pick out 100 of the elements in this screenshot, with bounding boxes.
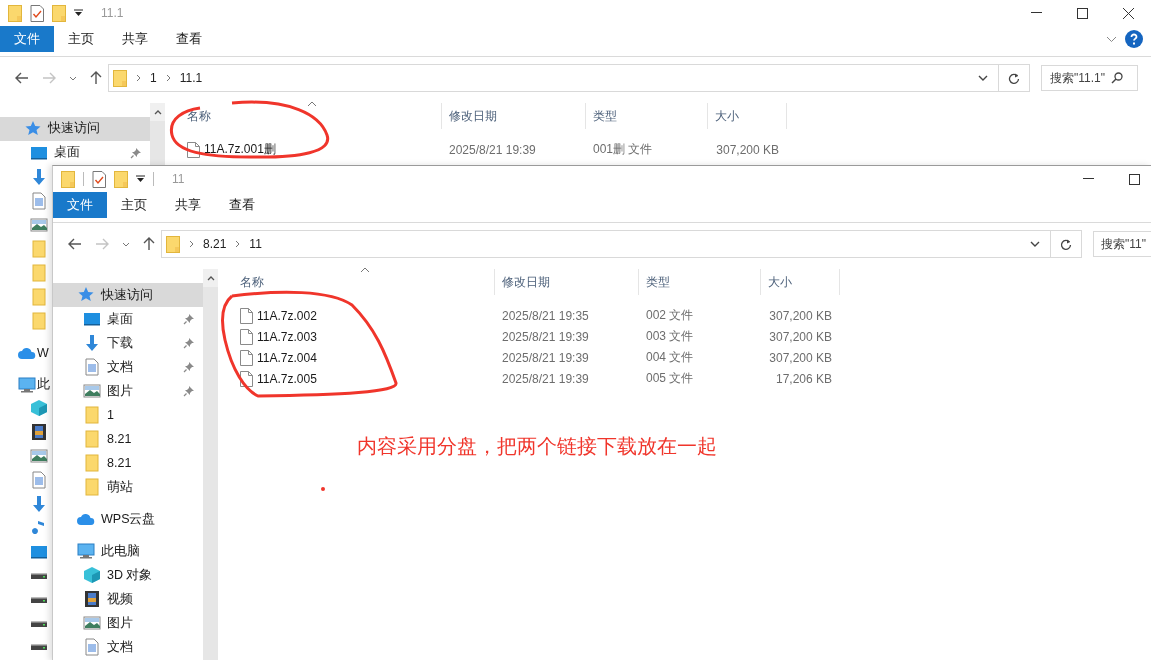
nav-item[interactable]: 8.21 [53, 451, 203, 475]
scroll-up-icon[interactable] [153, 109, 162, 115]
pin-icon[interactable] [183, 385, 195, 397]
folder-icon [113, 69, 127, 87]
nav-item[interactable]: 快速访问 [0, 117, 150, 141]
nav-item[interactable]: 下载 [53, 331, 203, 355]
column-header[interactable]: 名称 [218, 269, 495, 295]
ribbon-tab[interactable]: 共享 [161, 192, 215, 218]
search-icon [1111, 72, 1123, 84]
nav-item[interactable]: 文档 [53, 355, 203, 379]
toolbar-separator [83, 172, 84, 186]
film-icon [30, 423, 48, 442]
ribbon-tab[interactable]: 主页 [107, 192, 161, 218]
breadcrumb[interactable]: 1 [150, 71, 157, 85]
chevron-down-icon[interactable] [978, 75, 988, 81]
close-icon[interactable] [1122, 7, 1134, 19]
file-name[interactable]: 11A.7z.002 [257, 308, 317, 323]
file-name[interactable]: 11A.7z.005 [257, 371, 317, 386]
file-name[interactable]: 11A.7z.001删 [204, 141, 276, 158]
nav-item[interactable]: 图片 [53, 611, 203, 635]
nav-item[interactable]: 桌面 [53, 307, 203, 331]
new-folder-icon [114, 170, 128, 188]
chevron-down-icon[interactable] [121, 241, 130, 247]
nav-item[interactable]: 8.21 [53, 427, 203, 451]
size-cell-text: 307,200 KB [715, 142, 780, 157]
address-bar[interactable]: 8.21 11 [161, 230, 1082, 258]
refresh-icon[interactable] [1008, 71, 1020, 85]
maximize-icon[interactable] [1128, 173, 1140, 185]
chevron-down-icon[interactable] [1030, 241, 1040, 247]
pin-icon[interactable] [130, 146, 142, 159]
maximize-icon[interactable] [1076, 7, 1088, 19]
search-field[interactable]: 搜索"11.1" [1041, 65, 1138, 91]
ribbon-tab[interactable]: 文件 [53, 192, 107, 218]
column-header[interactable]: 大小 [708, 103, 787, 129]
nav-item[interactable]: WPS云盘 [53, 507, 203, 531]
ribbon-tab[interactable]: 主页 [54, 26, 108, 52]
picture-icon [83, 614, 101, 632]
column-header[interactable]: 类型 [586, 103, 708, 129]
ribbon-tab[interactable]: 查看 [162, 26, 216, 52]
customize-dropdown-icon[interactable] [74, 9, 83, 17]
chevron-right-icon [165, 74, 171, 82]
folder-icon [30, 263, 48, 282]
scrollbar[interactable] [203, 269, 218, 660]
nav-item[interactable]: W [0, 340, 52, 365]
chevron-down-icon[interactable] [68, 75, 77, 81]
file-name[interactable]: 11A.7z.003 [257, 329, 317, 344]
ribbon-tab[interactable]: 查看 [215, 192, 269, 218]
pin-icon[interactable] [183, 361, 195, 373]
folder-icon [61, 170, 75, 188]
column-header[interactable]: 修改日期 [442, 103, 586, 129]
breadcrumb[interactable]: 11 [249, 237, 262, 251]
minimize-icon[interactable] [1082, 178, 1094, 180]
properties-icon[interactable] [92, 170, 106, 188]
up-arrow-icon[interactable] [89, 71, 102, 85]
column-header[interactable]: 名称 [165, 103, 442, 129]
column-header[interactable]: 大小 [761, 269, 840, 295]
chevron-right-icon [235, 240, 241, 248]
nav-item[interactable]: 1 [53, 403, 203, 427]
refresh-icon[interactable] [1060, 237, 1072, 251]
pin-icon[interactable] [183, 337, 195, 349]
column-header[interactable]: 类型 [639, 269, 761, 295]
nav-item[interactable]: 文档 [53, 635, 203, 659]
picture-icon [83, 382, 101, 400]
breadcrumb[interactable]: 8.21 [203, 237, 227, 251]
back-arrow-icon[interactable] [14, 72, 29, 84]
scroll-up-icon[interactable] [206, 275, 215, 281]
type-cell-text: 001删 文件 [592, 141, 654, 158]
up-arrow-icon[interactable] [142, 237, 155, 251]
file-name[interactable]: 11A.7z.004 [257, 350, 317, 365]
back-arrow-icon[interactable] [67, 238, 82, 250]
address-bar[interactable]: 1 11.1 [108, 64, 1030, 92]
nav-item[interactable]: 桌面 [0, 140, 150, 165]
nav-item[interactable]: 3D 对象 [53, 563, 203, 587]
nav-item[interactable]: 快速访问 [53, 283, 203, 307]
nav-item[interactable]: 图片 [53, 379, 203, 403]
customize-dropdown-icon[interactable] [136, 175, 145, 183]
scrollbar[interactable] [150, 103, 165, 165]
window-title: 11.1 [101, 6, 125, 20]
folder-icon [30, 311, 48, 330]
chevron-right-icon [136, 74, 141, 82]
folder-icon [30, 239, 48, 258]
nav-item[interactable]: 此 [0, 372, 52, 397]
ribbon-tab[interactable]: 共享 [108, 26, 162, 52]
pin-icon[interactable] [183, 313, 195, 325]
file-icon [240, 349, 253, 366]
date-cell-text: 2025/8/21 19:39 [448, 142, 537, 157]
folder-icon [83, 478, 101, 496]
ribbon-tab[interactable]: 文件 [0, 26, 54, 52]
column-header[interactable]: 修改日期 [495, 269, 639, 295]
minimize-icon[interactable] [1030, 12, 1042, 14]
help-icon[interactable] [1125, 30, 1143, 48]
nav-item[interactable]: 视频 [53, 587, 203, 611]
search-field[interactable]: 搜索"11" [1093, 231, 1151, 257]
properties-icon[interactable] [30, 4, 44, 22]
document-icon [30, 191, 48, 210]
breadcrumb[interactable]: 11.1 [179, 71, 203, 85]
drive-icon [30, 572, 48, 580]
nav-item[interactable]: 萌站 [53, 475, 203, 499]
date-cell-text: 2025/8/21 19:39 [501, 371, 590, 386]
nav-item[interactable]: 此电脑 [53, 539, 203, 563]
